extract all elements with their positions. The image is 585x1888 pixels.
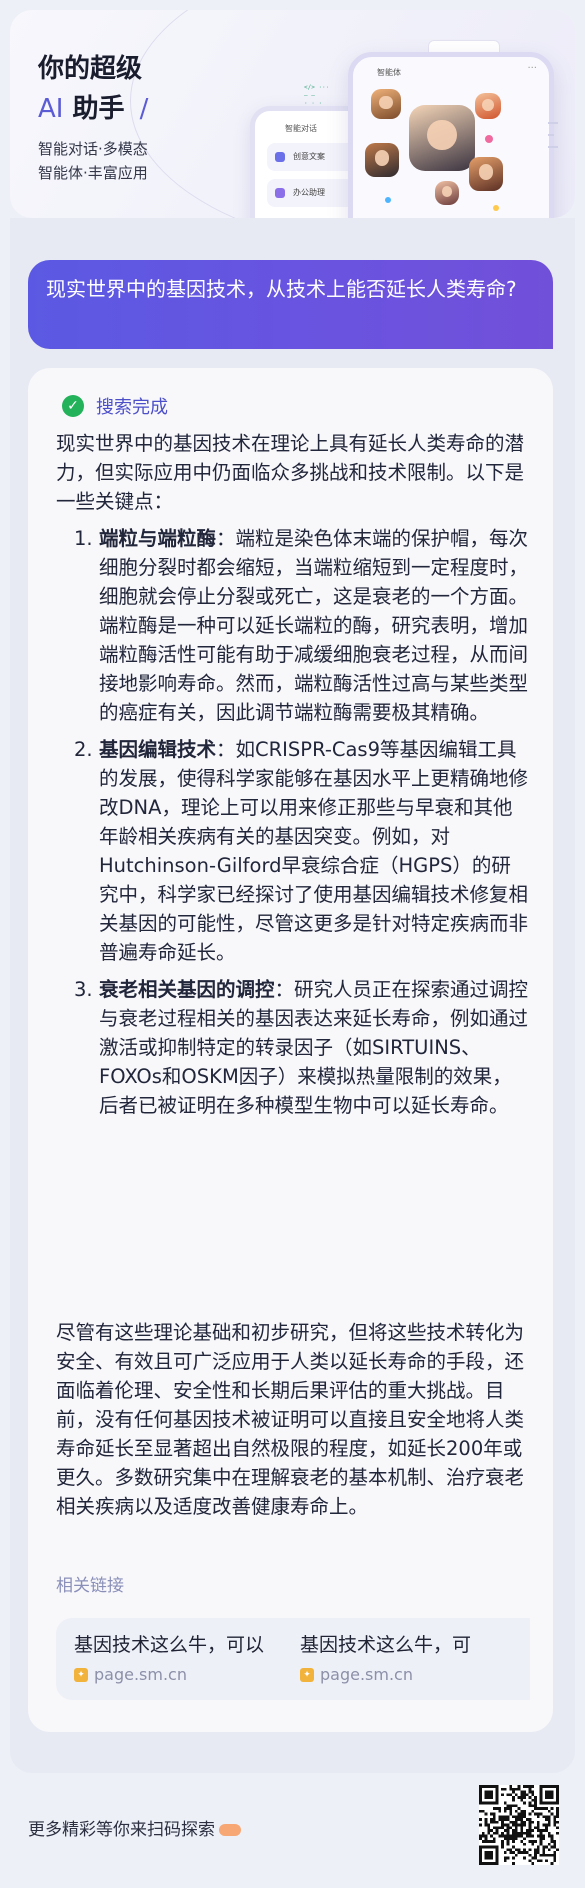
related-link-card[interactable]: 基因技术这么牛，可以 ✦ page.sm.cn bbox=[56, 1618, 318, 1700]
avatar bbox=[435, 181, 459, 205]
mock-phone-front: 智能体 ··· bbox=[348, 52, 554, 218]
link-source: ✦ page.sm.cn bbox=[300, 1665, 526, 1684]
search-status-label: 搜索完成 bbox=[96, 397, 168, 418]
avatar bbox=[469, 157, 503, 191]
banner-title-ai: AI bbox=[38, 94, 64, 124]
decor-line bbox=[548, 134, 554, 136]
list-item: 2. 基因编辑技术：如CRISPR-Cas9等基因编辑工具的发展，使得科学家能够… bbox=[56, 735, 530, 967]
list-number: 2. bbox=[74, 738, 93, 761]
decor-dot bbox=[485, 135, 493, 143]
user-question-bubble: 现实世界中的基因技术，从技术上能否延长人类寿命? bbox=[28, 260, 553, 349]
related-links-heading: 相关链接 bbox=[56, 1576, 124, 1596]
point-text: ：端粒是染色体末端的保护帽，每次细胞分裂时都会缩短，当端粒缩短到一定程度时，细胞… bbox=[99, 527, 529, 724]
list-item: 1. 端粒与端粒酶：端粒是染色体末端的保护帽，每次细胞分裂时都会缩短，当端粒缩短… bbox=[56, 524, 530, 727]
doc-icon bbox=[275, 152, 285, 162]
list-item: 3. 衰老相关基因的调控：研究人员正在探索通过调控与衰老过程相关的基因表达来延长… bbox=[56, 975, 530, 1120]
answer-bubble: ✓ 搜索完成 现实世界中的基因技术在理论上具有延长人类寿命的潜力，但实际应用中仍… bbox=[28, 368, 553, 1732]
mock-back-title: 智能对话 bbox=[285, 124, 317, 133]
key-points-list: 1. 端粒与端粒酶：端粒是染色体末端的保护帽，每次细胞分裂时都会缩短，当端粒缩短… bbox=[56, 524, 530, 1128]
list-number: 3. bbox=[74, 978, 93, 1001]
point-text: ：如CRISPR-Cas9等基因编辑工具的发展，使得科学家能够在基因水平上更精确… bbox=[99, 738, 529, 964]
footer-cta-text: 更多精彩等你来扫码探索 bbox=[28, 1820, 215, 1840]
more-icon: ··· bbox=[527, 63, 537, 74]
point-keyword: 衰老相关基因的调控 bbox=[99, 978, 275, 1001]
related-links-carousel[interactable]: 基因技术这么牛，可以 ✦ page.sm.cn 基因技术这么牛，可 ✦ page… bbox=[56, 1618, 530, 1700]
briefcase-icon bbox=[275, 188, 285, 198]
banner-title-line1: 你的超级 bbox=[38, 54, 143, 84]
avatar bbox=[409, 105, 475, 171]
link-title: 基因技术这么牛，可以 bbox=[74, 1634, 265, 1656]
site-favicon-icon: ✦ bbox=[74, 1667, 88, 1682]
site-favicon-icon: ✦ bbox=[300, 1667, 314, 1682]
promo-banner: 你的超级 AI 助手 / 智能对话·多模态 智能体·丰富应用 </> ··· — … bbox=[10, 10, 575, 218]
link-source: ✦ page.sm.cn bbox=[74, 1665, 300, 1684]
decor-dot bbox=[385, 197, 391, 203]
point-keyword: 端粒与端粒酶 bbox=[99, 527, 217, 550]
decor-line bbox=[548, 146, 558, 148]
pointing-hand-icon bbox=[219, 1824, 241, 1836]
qr-code[interactable] bbox=[479, 1785, 559, 1865]
answer-conclusion: 尽管有这些理论基础和初步研究，但将这些技术转化为安全、有效且可广泛应用于人类以延… bbox=[56, 1321, 525, 1518]
link-title: 基因技术这么牛，可 bbox=[300, 1634, 472, 1656]
banner-subtitle-line1: 智能对话·多模态 bbox=[38, 140, 148, 158]
answer-intro: 现实世界中的基因技术在理论上具有延长人类寿命的潜力，但实际应用中仍面临众多挑战和… bbox=[56, 432, 525, 513]
banner-subtitle-line2: 智能体·丰富应用 bbox=[38, 164, 148, 182]
decor-line bbox=[548, 122, 558, 124]
search-status: ✓ 搜索完成 bbox=[62, 394, 168, 418]
mock-front-title: 智能体 bbox=[377, 68, 401, 77]
avatar bbox=[365, 143, 399, 177]
footer-cta: 更多精彩等你来扫码探索 bbox=[28, 1815, 241, 1840]
point-keyword: 基因编辑技术 bbox=[99, 738, 217, 761]
list-number: 1. bbox=[74, 527, 93, 550]
avatar bbox=[475, 93, 501, 119]
decor-dot bbox=[493, 205, 499, 211]
avatar bbox=[371, 89, 401, 119]
banner-title-slash: / bbox=[139, 94, 149, 124]
related-link-card[interactable]: 基因技术这么牛，可 ✦ page.sm.cn bbox=[282, 1618, 530, 1700]
banner-title-line2: AI 助手 / bbox=[38, 88, 148, 125]
check-circle-icon: ✓ bbox=[62, 395, 84, 417]
banner-title-assistant: 助手 bbox=[72, 94, 125, 124]
